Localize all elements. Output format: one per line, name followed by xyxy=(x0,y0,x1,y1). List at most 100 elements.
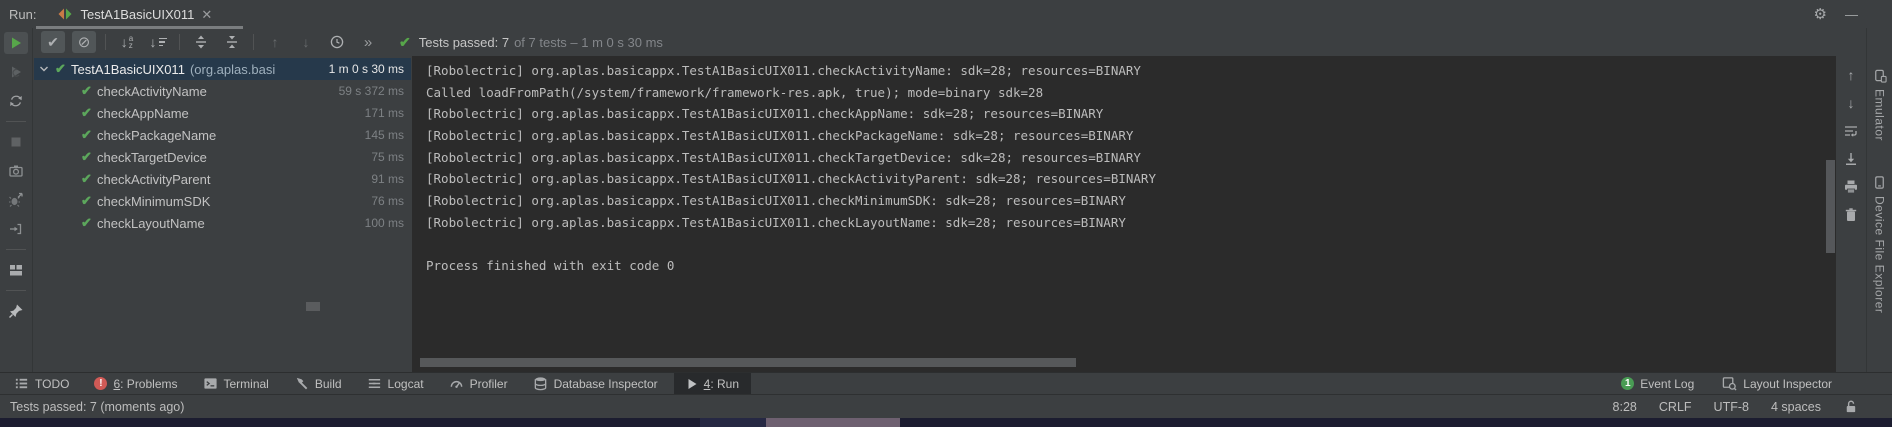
up-the-stack-trace-button[interactable]: ↑ xyxy=(1840,64,1862,86)
toggle-auto-test-button[interactable] xyxy=(4,90,28,112)
hide-toolwindow-icon[interactable]: — xyxy=(1845,7,1858,22)
console-horizontal-scrollbar[interactable] xyxy=(420,358,1076,367)
suite-duration: 1 m 0 s 30 ms xyxy=(321,62,411,76)
console-output[interactable]: [Robolectric] org.aplas.basicappx.TestA1… xyxy=(412,56,1836,372)
toolwindow-button-device-file-explorer[interactable]: Device File Explorer xyxy=(1872,175,1887,313)
layout-icon xyxy=(8,262,24,278)
close-tab-icon[interactable]: ✕ xyxy=(201,8,212,21)
screenshot-button[interactable] xyxy=(4,160,28,182)
toolwindow-button-event-log[interactable]: 1 Event Log xyxy=(1621,377,1694,391)
test-tree: ✔ TestA1BasicUIX011 (org.aplas.basi 1 m … xyxy=(34,56,411,372)
toolwindow-button-layout-inspector[interactable]: Layout Inspector xyxy=(1722,376,1832,391)
stop-button[interactable] xyxy=(4,131,28,153)
console-line: [Robolectric] org.aplas.basicappx.TestA1… xyxy=(426,171,1836,193)
test-case-row[interactable]: ✔ checkAppName 171 ms xyxy=(34,102,411,124)
collapse-all-button[interactable] xyxy=(220,31,244,53)
suite-package: (org.aplas.basi xyxy=(190,62,321,77)
printer-icon xyxy=(1843,179,1859,195)
test-passed-icon: ✔ xyxy=(78,83,95,99)
test-case-name: checkPackageName xyxy=(97,128,216,143)
rerun-failed-tests-button[interactable] xyxy=(4,61,28,83)
terminal-icon xyxy=(203,376,218,391)
layout-inspector-icon xyxy=(1722,376,1737,391)
toolwindow-button-problems[interactable]: ! 6: Problems xyxy=(94,377,177,391)
arrow-up-icon: ↑ xyxy=(1848,67,1855,83)
rerun-tests-button[interactable] xyxy=(4,32,28,54)
camera-icon xyxy=(8,163,24,179)
sort-by-duration-button[interactable]: ↓ xyxy=(146,31,170,53)
device-phone-icon xyxy=(1872,175,1887,190)
profiler-gauge-icon xyxy=(449,376,464,391)
toolwindow-button-logcat[interactable]: Logcat xyxy=(367,376,424,391)
console-line xyxy=(426,237,1836,259)
test-case-duration: 76 ms xyxy=(363,194,411,208)
test-case-name: checkLayoutName xyxy=(97,216,205,231)
suite-name: TestA1BasicUIX011 xyxy=(71,62,185,77)
test-case-row[interactable]: ✔ checkActivityParent 91 ms xyxy=(34,168,411,190)
toolwindow-button-build[interactable]: Build xyxy=(294,376,342,391)
scroll-to-end-button[interactable] xyxy=(1840,148,1862,170)
chevron-down-icon xyxy=(38,63,50,75)
console-vertical-scrollbar[interactable] xyxy=(1826,160,1835,253)
debug-bug-icon xyxy=(8,192,24,208)
console-line: [Robolectric] org.aplas.basicappx.TestA1… xyxy=(426,215,1836,237)
test-history-button[interactable] xyxy=(325,31,349,53)
right-toolwindow-strip: Emulator Device File Explorer xyxy=(1866,28,1892,372)
jump-to-source-button[interactable] xyxy=(4,218,28,240)
down-the-stack-trace-button[interactable]: ↓ xyxy=(1840,92,1862,114)
toolwindow-button-todo[interactable]: TODO xyxy=(14,376,69,391)
unlock-icon[interactable] xyxy=(1843,399,1858,414)
soft-wrap-button[interactable] xyxy=(1840,120,1862,142)
toolbar-divider xyxy=(253,34,254,50)
clock-icon xyxy=(329,34,345,50)
rail-divider xyxy=(6,121,26,122)
test-case-row[interactable]: ✔ checkTargetDevice 75 ms xyxy=(34,146,411,168)
test-case-list: ✔ checkActivityName 59 s 372 ms ✔ checkA… xyxy=(34,80,411,234)
expand-all-button[interactable] xyxy=(189,31,213,53)
test-suite-row[interactable]: ✔ TestA1BasicUIX011 (org.aplas.basi 1 m … xyxy=(34,58,411,80)
test-case-row[interactable]: ✔ checkPackageName 145 ms xyxy=(34,124,411,146)
pin-tab-button[interactable] xyxy=(4,300,28,322)
more-actions-button[interactable]: » xyxy=(356,31,380,53)
toolwindow-button-database-inspector[interactable]: Database Inspector xyxy=(533,376,658,391)
test-case-duration: 145 ms xyxy=(357,128,411,142)
test-case-row[interactable]: ✔ checkLayoutName 100 ms xyxy=(34,212,411,234)
test-case-row[interactable]: ✔ checkActivityName 59 s 372 ms xyxy=(34,80,411,102)
caret-position-widget[interactable]: 8:28 xyxy=(1613,400,1637,414)
tree-horizontal-scrollbar[interactable] xyxy=(306,302,320,311)
run-tool-window: Run: TestA1BasicUIX011 ✕ ⚙ — ✔ ⊘ ↓ az xyxy=(0,0,1892,427)
os-taskbar-edge xyxy=(0,418,1892,427)
line-separator-widget[interactable]: CRLF xyxy=(1659,400,1692,414)
attach-debugger-button[interactable] xyxy=(4,189,28,211)
run-play-small-icon xyxy=(686,378,698,390)
test-passed-icon: ✔ xyxy=(52,61,69,77)
next-failed-test-button[interactable]: ↓ xyxy=(294,31,318,53)
indent-widget[interactable]: 4 spaces xyxy=(1771,400,1821,414)
chevron-double-right-icon: » xyxy=(364,34,372,51)
check-icon: ✔ xyxy=(47,34,59,51)
sort-alphabetically-button[interactable]: ↓ az xyxy=(115,31,139,53)
test-case-row[interactable]: ✔ checkMinimumSDK 76 ms xyxy=(34,190,411,212)
toolwindow-button-emulator[interactable]: Emulator xyxy=(1872,68,1887,141)
previous-failed-test-button[interactable]: ↑ xyxy=(263,31,287,53)
test-summary: ✔ Tests passed: 7 of 7 tests – 1 m 0 s 3… xyxy=(399,34,663,51)
soft-wrap-icon xyxy=(1843,123,1859,139)
enter-arrow-icon xyxy=(8,221,24,237)
test-case-duration: 171 ms xyxy=(357,106,411,120)
print-button[interactable] xyxy=(1840,176,1862,198)
clear-all-button[interactable] xyxy=(1840,204,1862,226)
encoding-widget[interactable]: UTF-8 xyxy=(1714,400,1749,414)
toolwindow-button-run-active[interactable]: 4: Run xyxy=(674,373,751,394)
rerun-failed-icon xyxy=(9,65,23,79)
rail-divider xyxy=(6,290,26,291)
show-ignored-button[interactable]: ⊘ xyxy=(72,31,96,53)
toolwindow-button-profiler[interactable]: Profiler xyxy=(449,376,508,391)
show-passed-button[interactable]: ✔ xyxy=(41,31,65,53)
toolbar-divider xyxy=(105,34,106,50)
restore-layout-button[interactable] xyxy=(4,259,28,281)
taskbar-active-app-segment[interactable] xyxy=(766,418,900,427)
run-config-tab[interactable]: TestA1BasicUIX011 ✕ xyxy=(57,6,212,22)
settings-gear-icon[interactable]: ⚙ xyxy=(1814,5,1827,23)
toolwindow-button-terminal[interactable]: Terminal xyxy=(203,376,269,391)
database-icon xyxy=(533,376,548,391)
